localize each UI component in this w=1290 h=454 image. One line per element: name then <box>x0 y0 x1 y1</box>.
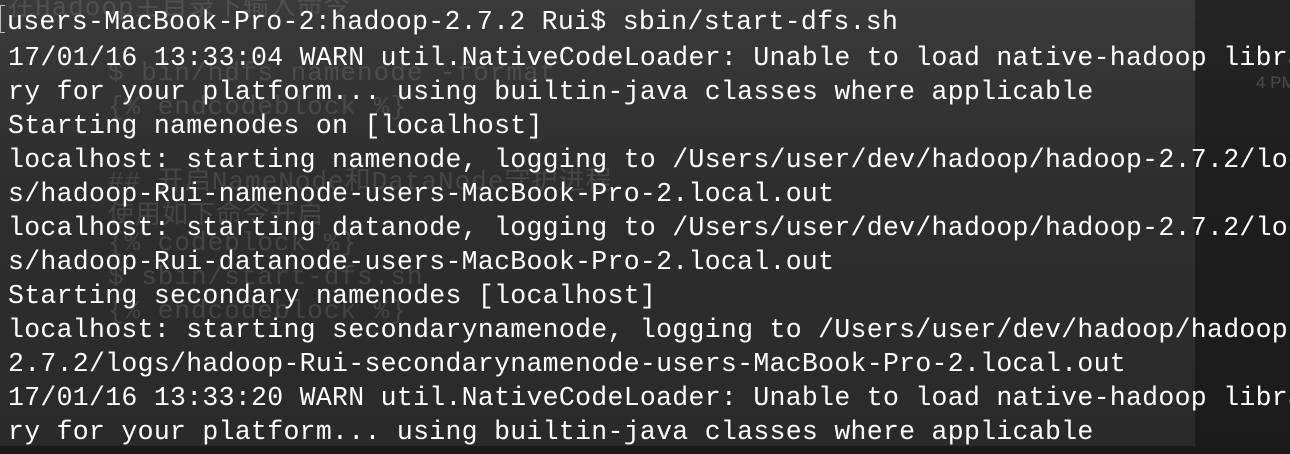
terminal-output[interactable]: users-MacBook-Pro-2:hadoop-2.7.2 Rui$ sb… <box>0 0 1290 454</box>
output-line: localhost: starting datanode, logging to… <box>8 213 1290 243</box>
output-line: Starting namenodes on [localhost] <box>8 111 543 141</box>
output-line: 17/01/16 13:33:04 WARN util.NativeCodeLo… <box>8 43 1290 73</box>
output-line: 17/01/16 13:33:20 WARN util.NativeCodeLo… <box>8 383 1290 413</box>
output-line: s/hadoop-Rui-namenode-users-MacBook-Pro-… <box>8 179 835 209</box>
selection-bracket-icon <box>0 5 5 33</box>
output-line: ry for your platform... using builtin-ja… <box>8 77 1094 107</box>
output-line: ry for your platform... using builtin-ja… <box>8 417 1094 447</box>
output-line: s/hadoop-Rui-datanode-users-MacBook-Pro-… <box>8 247 835 277</box>
output-line: localhost: starting secondarynamenode, l… <box>8 315 1290 345</box>
terminal-window[interactable]: 在Hadoop主目录下输入命令 $ bin/hdfs namenode -for… <box>0 0 1290 454</box>
output-line: 2.7.2/logs/hadoop-Rui-secondarynamenode-… <box>8 349 1126 379</box>
output-line: Starting secondary namenodes [localhost] <box>8 281 657 311</box>
output-line: localhost: starting namenode, logging to… <box>8 145 1290 175</box>
command-prompt-text: users-MacBook-Pro-2:hadoop-2.7.2 Rui$ sb… <box>7 7 899 37</box>
command-prompt-line: users-MacBook-Pro-2:hadoop-2.7.2 Rui$ sb… <box>0 5 898 39</box>
